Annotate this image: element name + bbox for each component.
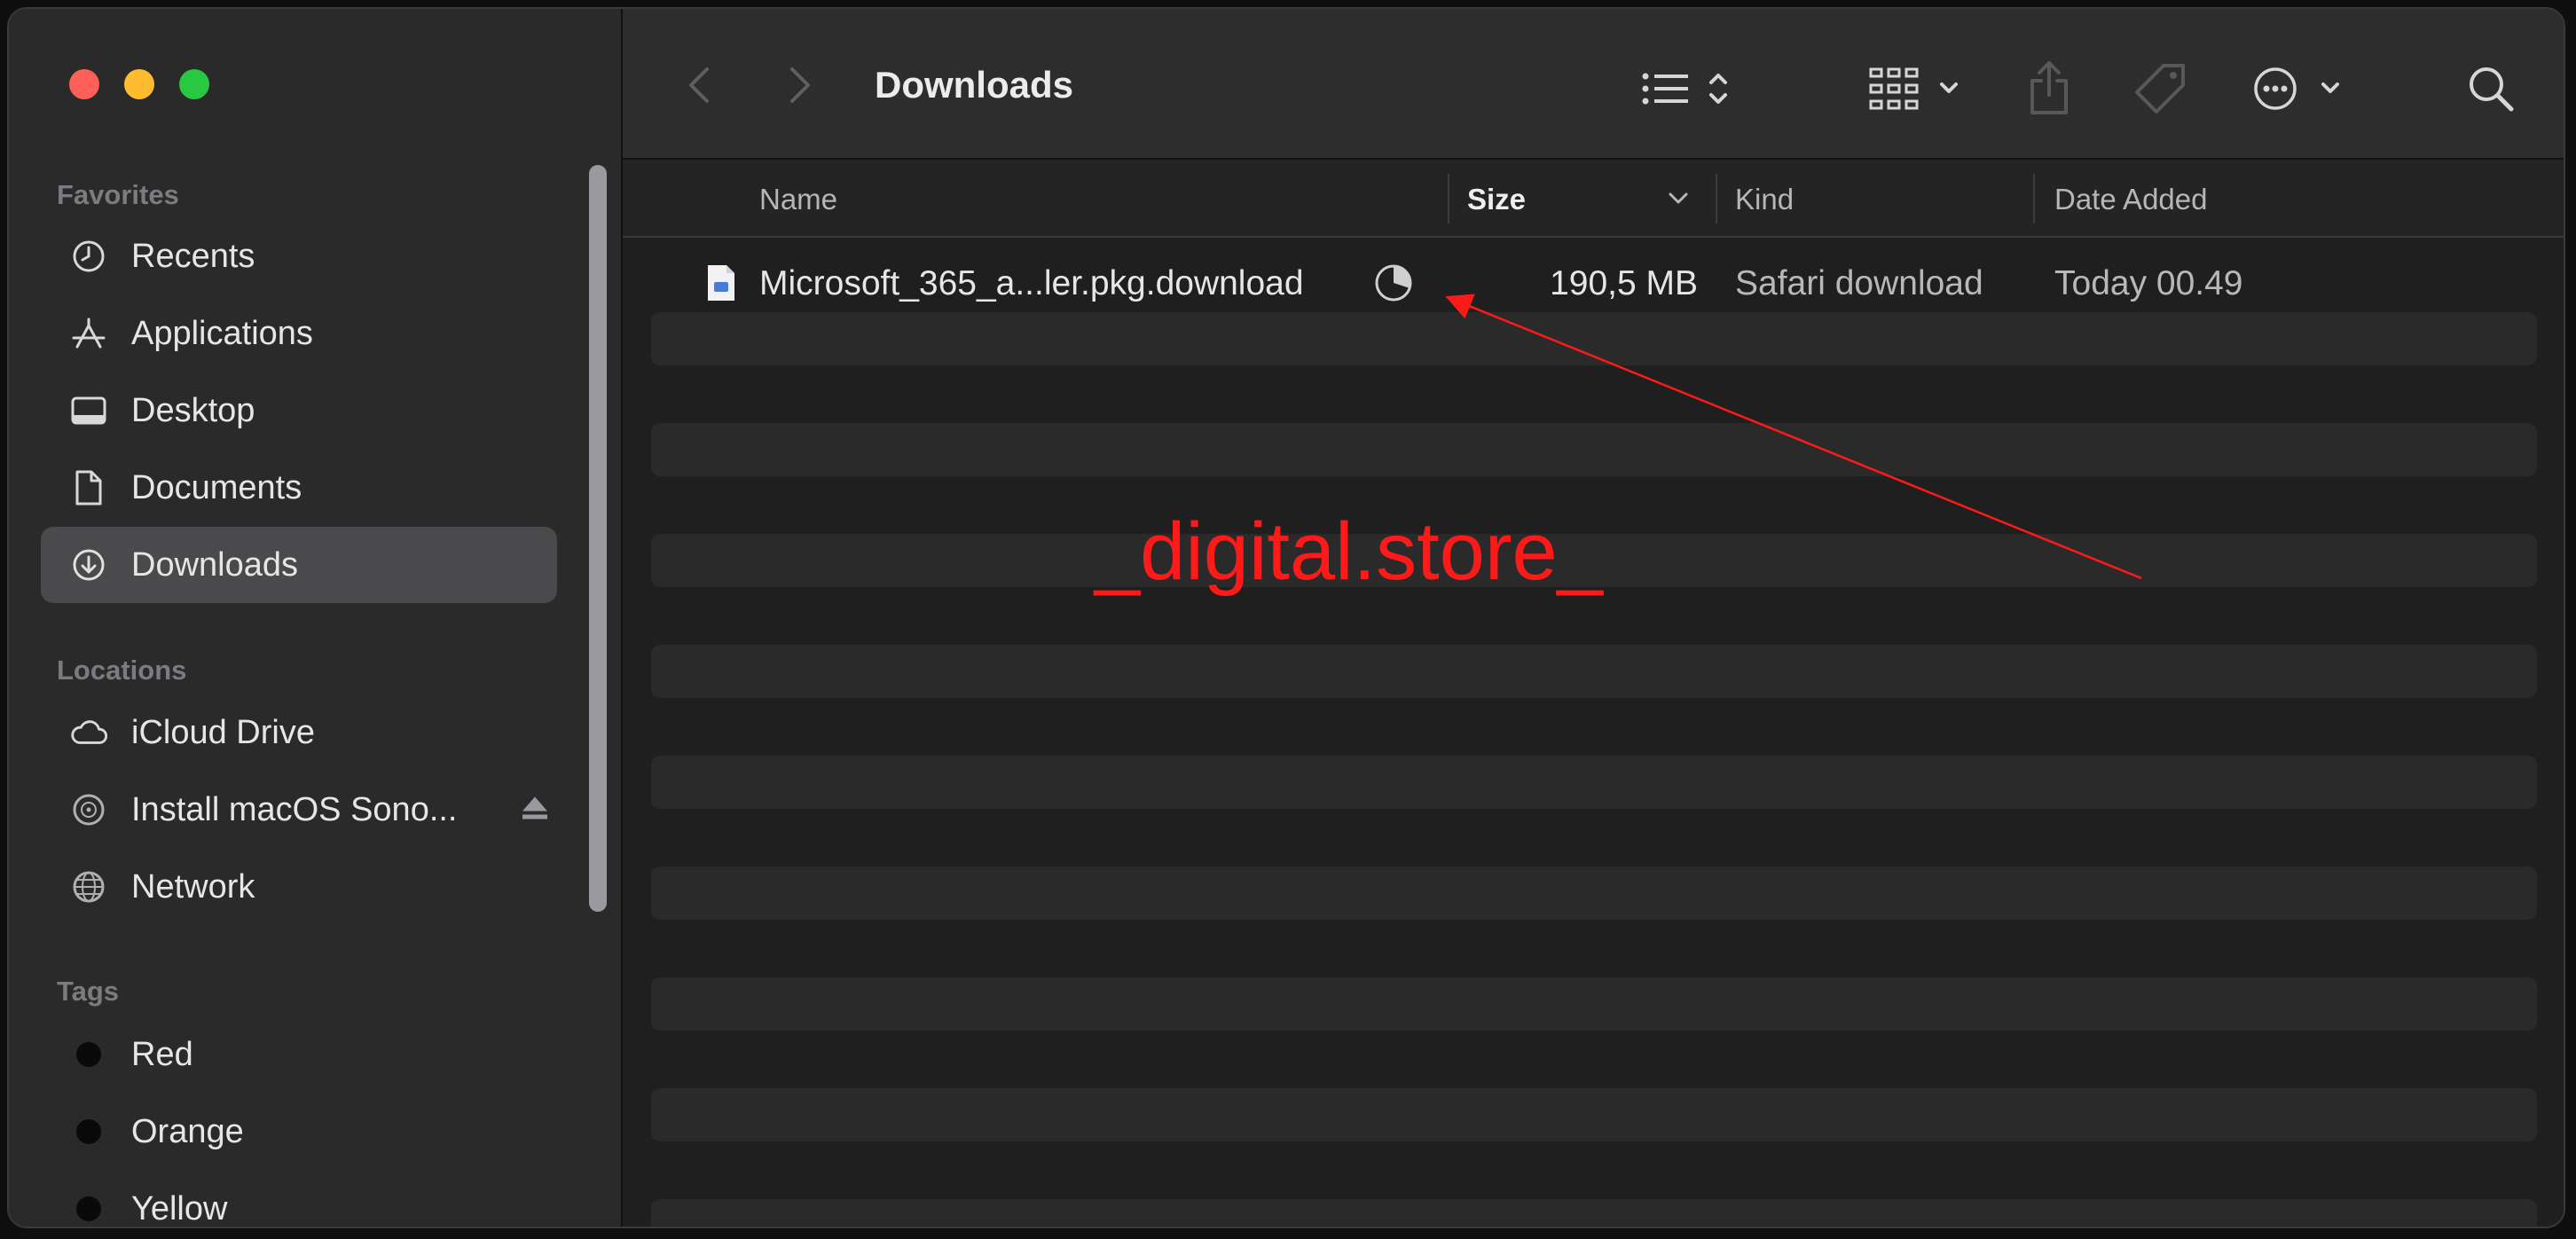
watermark-text: _digital.store_ xyxy=(1095,506,1603,597)
annotation-arrow xyxy=(1445,294,2142,580)
